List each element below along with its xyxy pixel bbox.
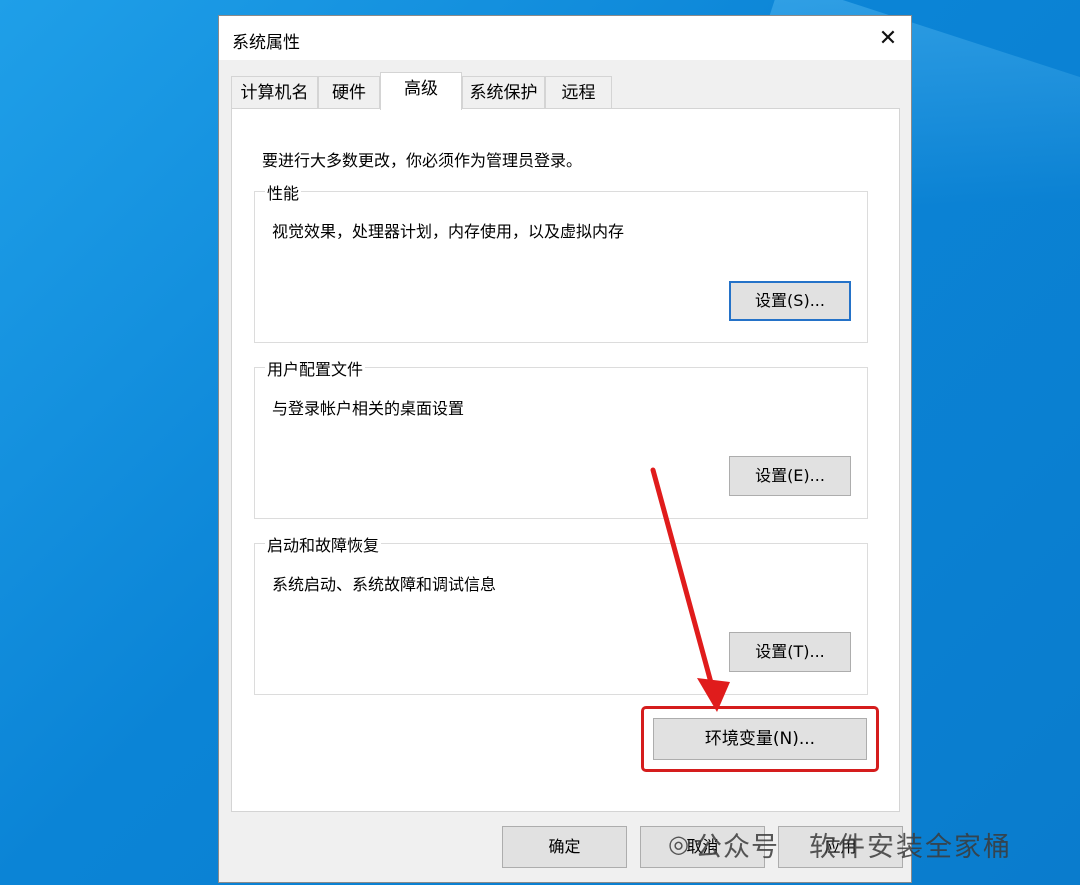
admin-notice: 要进行大多数更改，你必须作为管理员登录。 [262,151,583,170]
user-profiles-desc: 与登录帐户相关的桌面设置 [272,399,465,418]
performance-group: 性能 视觉效果，处理器计划，内存使用，以及虚拟内存 设置(S)... [254,180,868,343]
startup-recovery-desc: 系统启动、系统故障和调试信息 [272,575,497,594]
watermark: ◎ 公众号 软件安装全家桶 [668,824,1012,864]
watermark-brand: 软件安装全家桶 [808,831,1012,863]
ok-button[interactable]: 确定 [502,826,627,868]
tab-system-protection[interactable]: 系统保护 [462,76,545,108]
wechat-icon: ◎ [668,830,689,858]
user-profiles-group: 用户配置文件 与登录帐户相关的桌面设置 设置(E)... [254,356,868,519]
tab-remote[interactable]: 远程 [545,76,612,108]
performance-settings-button[interactable]: 设置(S)... [729,281,851,321]
tab-computer-name[interactable]: 计算机名 [231,76,318,108]
performance-desc: 视觉效果，处理器计划，内存使用，以及虚拟内存 [272,222,625,241]
user-profiles-settings-button[interactable]: 设置(E)... [729,456,851,496]
performance-title: 性能 [265,180,302,204]
tab-advanced[interactable]: 高级 [380,72,462,110]
title-bar: 系统属性 ✕ [219,16,911,60]
startup-recovery-settings-button[interactable]: 设置(T)... [729,632,851,672]
user-profiles-title: 用户配置文件 [265,356,366,380]
tab-hardware[interactable]: 硬件 [318,76,380,108]
watermark-label: 公众号 [694,831,779,863]
window-title: 系统属性 [232,33,300,53]
close-icon[interactable]: ✕ [871,22,905,56]
startup-recovery-title: 启动和故障恢复 [265,532,382,556]
startup-recovery-group: 启动和故障恢复 系统启动、系统故障和调试信息 设置(T)... [254,532,868,695]
environment-variables-highlight-box [641,706,879,772]
